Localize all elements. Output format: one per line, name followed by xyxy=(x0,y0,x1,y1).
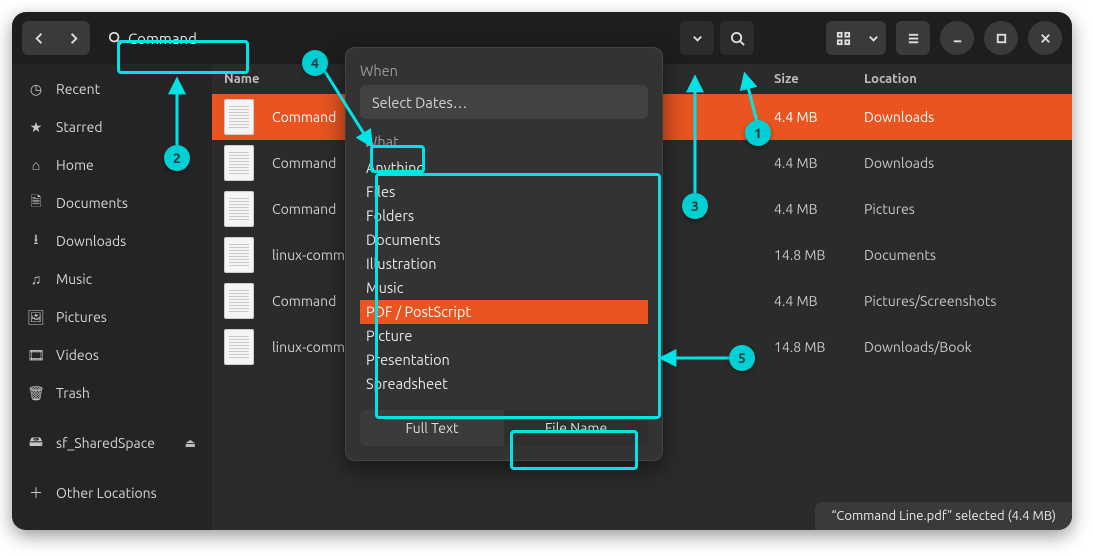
file-size: 4.4 MB xyxy=(774,201,864,217)
sidebar-item-music[interactable]: ♫ Music xyxy=(12,260,212,298)
sidebar-icon: ★ xyxy=(28,119,44,136)
search-toggle-button[interactable] xyxy=(720,21,754,55)
type-option[interactable]: Files xyxy=(360,180,648,204)
file-thumbnail xyxy=(224,237,254,273)
file-location: Pictures xyxy=(864,201,1054,217)
sidebar-item-label: Other Locations xyxy=(56,485,157,501)
file-location: Downloads xyxy=(864,155,1054,171)
file-size: 4.4 MB xyxy=(774,293,864,309)
sidebar-item-sf-sharedspace[interactable]: 🖴 sf_SharedSpace ⏏ xyxy=(12,424,212,462)
sidebar-item-label: Music xyxy=(56,271,92,287)
type-list: AnythingFilesFoldersDocumentsIllustratio… xyxy=(360,156,648,396)
sidebar-item-label: Recent xyxy=(56,81,100,97)
sidebar-icon: ◷ xyxy=(28,81,44,98)
type-option[interactable]: Spreadsheet xyxy=(360,372,648,396)
sidebar-icon: ⭳ xyxy=(28,229,44,253)
full-text-toggle[interactable]: Full Text xyxy=(360,410,504,446)
sidebar: ◷ Recent ★ Starred ⌂ Home 🗎 Documents ⭳ Downloads… xyxy=(12,64,212,530)
file-size: 14.8 MB xyxy=(774,339,864,355)
search-options-dropdown[interactable] xyxy=(680,21,714,55)
back-button[interactable] xyxy=(22,21,56,55)
sidebar-icon: 🗎 xyxy=(28,191,44,215)
sidebar-item-label: Starred xyxy=(56,119,103,135)
sidebar-item-label: Downloads xyxy=(56,233,126,249)
hamburger-menu-button[interactable] xyxy=(896,21,930,55)
sidebar-item-trash[interactable]: 🗑 Trash xyxy=(12,374,212,412)
sidebar-item-label: Documents xyxy=(56,195,128,211)
file-location: Downloads xyxy=(864,109,1054,125)
search-text: Command xyxy=(128,30,197,47)
sidebar-item-starred[interactable]: ★ Starred xyxy=(12,108,212,146)
type-option[interactable]: Folders xyxy=(360,204,648,228)
file-location: Pictures/Screenshots xyxy=(864,293,1054,309)
sidebar-item-label: Pictures xyxy=(56,309,107,325)
sidebar-icon: ⌂ xyxy=(28,157,44,173)
col-location[interactable]: Location xyxy=(864,72,1054,86)
sidebar-item-recent[interactable]: ◷ Recent xyxy=(12,70,212,108)
search-field[interactable]: Command xyxy=(96,21,209,55)
file-thumbnail xyxy=(224,145,254,181)
view-options-dropdown[interactable] xyxy=(860,21,886,55)
select-dates-button[interactable]: Select Dates… xyxy=(360,85,648,119)
file-manager-window: Command ◷Re xyxy=(12,12,1072,530)
sidebar-item-other-locations[interactable]: ＋ Other Locations xyxy=(12,474,212,512)
type-option[interactable]: Anything xyxy=(360,156,648,180)
file-location: Documents xyxy=(864,247,1054,263)
what-label: What xyxy=(360,131,648,152)
file-thumbnail xyxy=(224,283,254,319)
sidebar-item-label: Videos xyxy=(56,347,99,363)
sidebar-icon: 🖼 xyxy=(28,309,44,326)
forward-button[interactable] xyxy=(56,21,90,55)
sidebar-item-home[interactable]: ⌂ Home xyxy=(12,146,212,184)
search-filter-popover: When Select Dates… What AnythingFilesFol… xyxy=(345,47,663,461)
file-size: 4.4 MB xyxy=(774,109,864,125)
close-button[interactable] xyxy=(1028,21,1062,55)
sidebar-icon: 🗑 xyxy=(28,385,44,402)
col-size[interactable]: Size xyxy=(774,72,864,86)
eject-icon[interactable]: ⏏ xyxy=(185,436,196,450)
file-thumbnail xyxy=(224,99,254,135)
type-option[interactable]: Presentation xyxy=(360,348,648,372)
sidebar-item-label: sf_SharedSpace xyxy=(56,435,155,451)
status-bar: “Command Line.pdf” selected (4.4 MB) xyxy=(815,502,1072,530)
when-label: When xyxy=(360,62,648,79)
sidebar-item-label: Home xyxy=(56,157,94,173)
type-option[interactable]: Music xyxy=(360,276,648,300)
sidebar-icon: 🖴 xyxy=(28,431,44,455)
file-size: 4.4 MB xyxy=(774,155,864,171)
sidebar-icon: 🎞 xyxy=(28,347,44,364)
type-option[interactable]: PDF / PostScript xyxy=(360,300,648,324)
type-option[interactable]: Illustration xyxy=(360,252,648,276)
minimize-button[interactable] xyxy=(940,21,974,55)
file-location: Downloads/Book xyxy=(864,339,1054,355)
maximize-button[interactable] xyxy=(984,21,1018,55)
file-thumbnail xyxy=(224,329,254,365)
sidebar-icon: ＋ xyxy=(28,483,44,503)
view-grid-button[interactable] xyxy=(826,21,860,55)
sidebar-icon: ♫ xyxy=(28,271,44,287)
file-size: 14.8 MB xyxy=(774,247,864,263)
sidebar-item-label: Trash xyxy=(56,385,90,401)
sidebar-item-downloads[interactable]: ⭳ Downloads xyxy=(12,222,212,260)
type-option[interactable]: Documents xyxy=(360,228,648,252)
file-thumbnail xyxy=(224,191,254,227)
file-name-toggle[interactable]: File Name xyxy=(504,410,648,446)
sidebar-item-videos[interactable]: 🎞 Videos xyxy=(12,336,212,374)
sidebar-item-documents[interactable]: 🗎 Documents xyxy=(12,184,212,222)
sidebar-item-pictures[interactable]: 🖼 Pictures xyxy=(12,298,212,336)
type-option[interactable]: Picture xyxy=(360,324,648,348)
